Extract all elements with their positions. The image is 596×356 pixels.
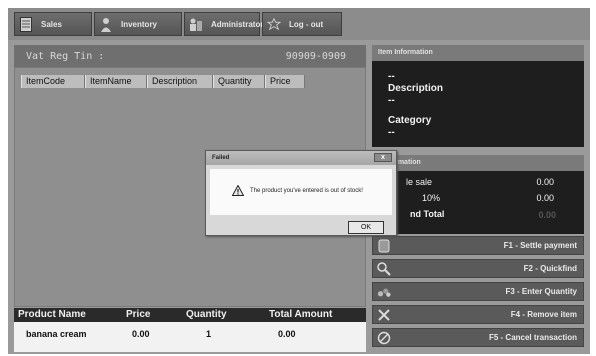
quickfind-button[interactable]: F2 - Quickfind xyxy=(372,259,584,278)
pos-window: Sales Inventory Administrator Log - out … xyxy=(8,8,590,354)
vat-reg-bar: Vat Reg Tin : 90909-0909 xyxy=(14,45,366,67)
exit-icon xyxy=(267,16,281,32)
category-value: -- xyxy=(388,127,395,138)
vat-reg-label: Vat Reg Tin : xyxy=(26,50,105,62)
column-header[interactable]: Price xyxy=(265,75,305,88)
cart-col-total: Total Amount xyxy=(269,309,333,320)
ok-button[interactable]: OK xyxy=(348,221,384,234)
cart-col-quantity: Quantity xyxy=(186,309,227,320)
item-grid-header: ItemCode ItemName Description Quantity P… xyxy=(21,75,305,88)
vat-percent-label: 10% xyxy=(422,193,441,203)
dialog-title-bar: Failed x xyxy=(206,151,396,165)
enter-quantity-label: F3 - Enter Quantity xyxy=(505,287,577,296)
dialog-body: The product you've entered is out of sto… xyxy=(210,169,392,215)
nav-logout-label: Log - out xyxy=(289,19,324,29)
column-header[interactable]: ItemName xyxy=(85,75,147,88)
cart-col-product: Product Name xyxy=(18,309,86,320)
item-info-panel: -- Description -- Category -- xyxy=(372,61,584,147)
remove-item-button[interactable]: F4 - Remove item xyxy=(372,305,584,324)
settle-payment-button[interactable]: F1 - Settle payment xyxy=(372,236,584,255)
cart-table: Product Name Price Quantity Total Amount… xyxy=(14,308,366,352)
sale-info-title: t Information xyxy=(372,155,584,171)
category-label: Category xyxy=(388,115,432,126)
sale-info-panel: le sale 0.00 10% 0.00 nd Total 0.00 xyxy=(372,171,584,234)
sale-label: le sale xyxy=(406,177,433,187)
document-icon xyxy=(19,16,33,32)
column-header[interactable]: Quantity xyxy=(213,75,265,88)
nav-logout-button[interactable]: Log - out xyxy=(262,12,342,36)
nav-sales-label: Sales xyxy=(41,19,62,29)
person-icon xyxy=(99,16,113,32)
cancel-transaction-label: F5 - Cancel transaction xyxy=(488,333,577,342)
settle-payment-label: F1 - Settle payment xyxy=(503,241,577,250)
top-nav: Sales Inventory Administrator Log - out xyxy=(8,8,590,40)
nav-sales-button[interactable]: Sales xyxy=(14,12,92,36)
column-header[interactable]: ItemCode xyxy=(21,75,85,88)
cash-icon xyxy=(377,239,391,253)
cart-cell-product: banana cream xyxy=(26,329,87,339)
table-row[interactable]: banana cream 0.00 1 0.00 xyxy=(14,327,366,341)
remove-item-label: F4 - Remove item xyxy=(510,310,577,319)
quickfind-label: F2 - Quickfind xyxy=(523,264,577,273)
dialog-close-button[interactable]: x xyxy=(374,153,392,162)
vat-reg-value: 90909-0909 xyxy=(285,50,346,62)
cart-cell-price: 0.00 xyxy=(132,329,150,339)
column-header[interactable]: Description xyxy=(147,75,213,88)
quantity-icon xyxy=(377,285,391,299)
grand-total-value: 0.00 xyxy=(538,210,556,220)
enter-quantity-button[interactable]: F3 - Enter Quantity xyxy=(372,282,584,301)
item-name-value: -- xyxy=(388,71,395,82)
admin-icon xyxy=(189,16,203,32)
dialog-title: Failed xyxy=(212,155,230,161)
warning-icon xyxy=(231,183,245,201)
grand-total-label: nd Total xyxy=(410,209,445,219)
nav-administrator-button[interactable]: Administrator xyxy=(184,12,264,36)
cancel-icon xyxy=(377,331,391,345)
cart-cell-total: 0.00 xyxy=(278,329,296,339)
remove-icon xyxy=(377,308,391,322)
nav-inventory-label: Inventory xyxy=(121,19,158,29)
vat-value: 0.00 xyxy=(536,193,554,203)
nav-administrator-label: Administrator xyxy=(211,19,264,29)
cancel-transaction-button[interactable]: F5 - Cancel transaction xyxy=(372,328,584,347)
dialog-message: The product you've entered is out of sto… xyxy=(250,188,363,194)
magnifier-icon xyxy=(377,261,391,276)
sale-value: 0.00 xyxy=(536,177,554,187)
cart-col-price: Price xyxy=(126,309,151,320)
item-info-title: Item Information xyxy=(372,45,584,61)
description-label: Description xyxy=(388,83,444,94)
failed-dialog: Failed x The product you've entered is o… xyxy=(205,150,397,236)
cart-header: Product Name Price Quantity Total Amount xyxy=(14,308,366,322)
description-value: -- xyxy=(388,95,395,106)
nav-inventory-button[interactable]: Inventory xyxy=(94,12,182,36)
cart-cell-quantity: 1 xyxy=(206,329,212,339)
